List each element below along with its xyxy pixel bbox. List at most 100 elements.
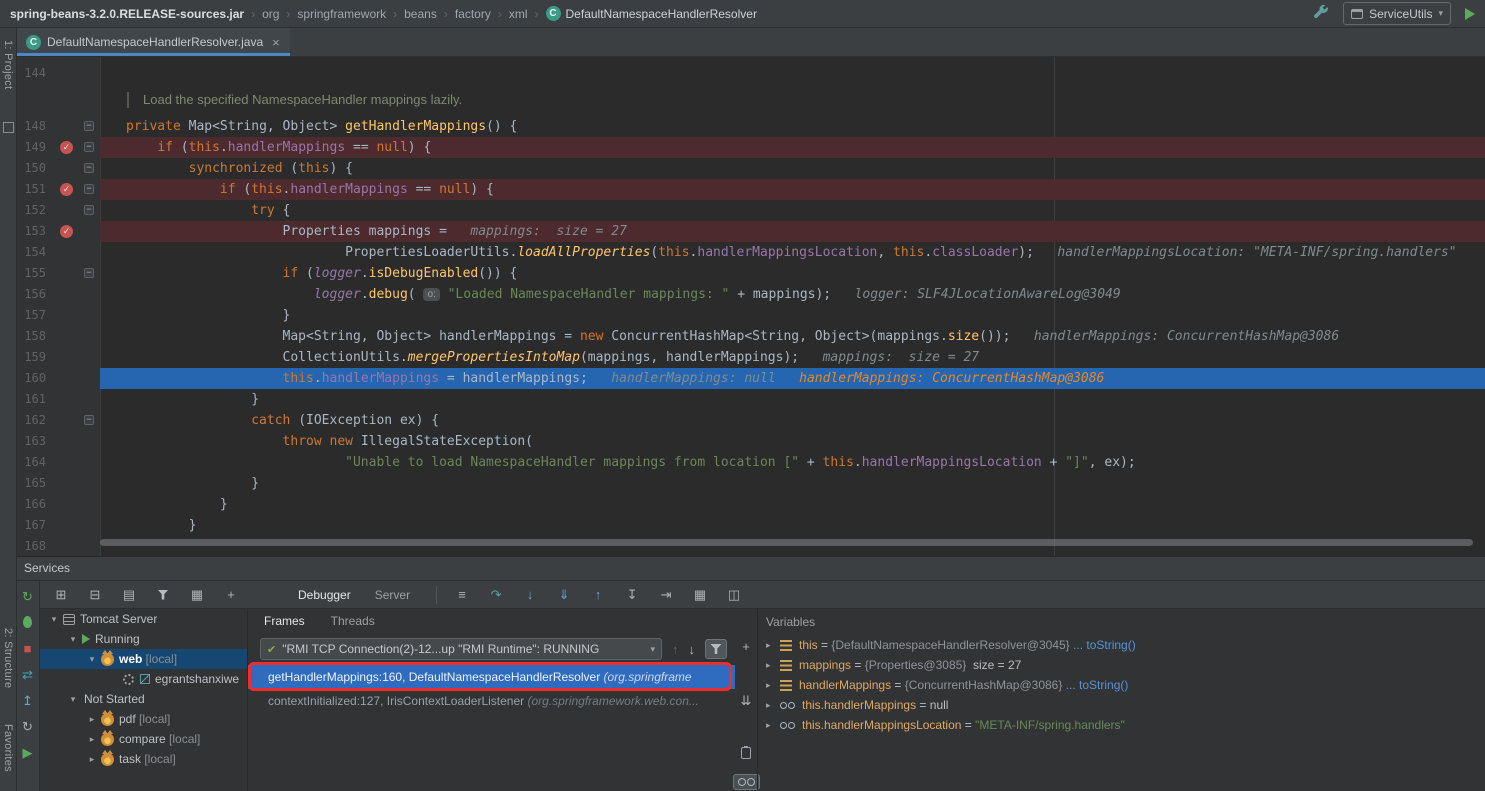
tree-item-running[interactable]: ▾Running: [40, 629, 247, 649]
chevron-down-icon[interactable]: ▾: [67, 694, 79, 705]
stop-button[interactable]: ■: [19, 639, 37, 657]
variable-row[interactable]: ▸this = {DefaultNamespaceHandlerResolver…: [758, 635, 1485, 655]
force-step-into-button[interactable]: ⇓: [555, 586, 573, 604]
breadcrumb-item[interactable]: spring-beans-3.2.0.RELEASE-sources.jar: [10, 7, 244, 21]
line-number[interactable]: 159: [16, 347, 46, 368]
line-number[interactable]: 165: [16, 473, 46, 494]
line-number[interactable]: 151: [16, 179, 46, 200]
breadcrumb-item[interactable]: factory: [455, 7, 491, 21]
line-number[interactable]: 164: [16, 452, 46, 473]
chevron-right-icon[interactable]: ▸: [766, 680, 777, 691]
code-line[interactable]: }: [126, 305, 290, 326]
tree-item-compare[interactable]: ▸compare [local]: [40, 729, 247, 749]
run-config-selector[interactable]: ServiceUtils ▾: [1343, 2, 1451, 25]
line-number[interactable]: 154: [16, 242, 46, 263]
debug-button[interactable]: [19, 613, 37, 631]
collapse-all-button[interactable]: ⊟: [86, 586, 104, 604]
chevron-right-icon[interactable]: ▸: [766, 720, 777, 731]
chevron-right-icon[interactable]: ▸: [86, 734, 98, 745]
drop-frame-button[interactable]: ↧: [623, 586, 641, 604]
tab-debugger[interactable]: Debugger: [298, 581, 351, 609]
breakpoint-icon[interactable]: ✓: [60, 141, 73, 154]
tree-item-egrantshanxiwe[interactable]: egrantshanxiwe: [40, 669, 247, 689]
chevron-right-icon[interactable]: ▸: [86, 714, 98, 725]
evaluate-expression-button[interactable]: ▦: [691, 586, 709, 604]
fold-marker[interactable]: −: [84, 163, 94, 173]
fold-marker[interactable]: −: [84, 268, 94, 278]
code-line[interactable]: synchronized (this) {: [126, 158, 353, 179]
code-line[interactable]: this.handlerMappings = handlerMappings; …: [126, 368, 1104, 389]
step-into-button[interactable]: ↓: [521, 586, 539, 604]
line-number[interactable]: 150: [16, 158, 46, 179]
chevron-right-icon[interactable]: ▸: [766, 640, 777, 651]
fold-marker[interactable]: −: [84, 415, 94, 425]
variable-row[interactable]: ▸this.handlerMappings = null: [758, 695, 1485, 715]
code-line[interactable]: if (logger.isDebugEnabled()) {: [126, 263, 517, 284]
line-number[interactable]: 160: [16, 368, 46, 389]
tab-threads[interactable]: Threads: [331, 614, 375, 628]
line-number[interactable]: 166: [16, 494, 46, 515]
resume-button[interactable]: ▶: [19, 743, 37, 761]
show-watches-button[interactable]: [733, 774, 760, 790]
services-header[interactable]: Services: [16, 557, 1485, 581]
tab-server[interactable]: Server: [375, 581, 410, 609]
code-line[interactable]: logger.debug( o: "Loaded NamespaceHandle…: [126, 284, 1121, 305]
previous-frame-icon[interactable]: ↑: [672, 642, 679, 657]
fold-marker[interactable]: −: [84, 121, 94, 131]
line-number[interactable]: 162: [16, 410, 46, 431]
run-button[interactable]: [1465, 8, 1475, 20]
code-line[interactable]: }: [126, 515, 196, 536]
line-number[interactable]: 157: [16, 305, 46, 326]
scroll-to-bottom-icon[interactable]: ⇊: [737, 691, 755, 709]
chevron-down-icon[interactable]: ▾: [48, 614, 60, 625]
code-line[interactable]: Properties mappings = mappings: size = 2…: [126, 221, 627, 242]
code-line[interactable]: throw new IllegalStateException(: [126, 431, 533, 452]
breadcrumb-item[interactable]: springframework: [297, 7, 386, 21]
fold-marker[interactable]: −: [84, 205, 94, 215]
breadcrumb-item[interactable]: DefaultNamespaceHandlerResolver: [566, 7, 757, 21]
code-line[interactable]: private Map<String, Object> getHandlerMa…: [126, 116, 517, 137]
group-by-button[interactable]: ▤: [120, 586, 138, 604]
breadcrumb-item[interactable]: beans: [404, 7, 437, 21]
next-frame-icon[interactable]: ↓: [689, 642, 696, 657]
code-line[interactable]: if (this.handlerMappings == null) {: [126, 179, 494, 200]
chevron-down-icon[interactable]: ▾: [67, 634, 79, 645]
line-number[interactable]: 163: [16, 431, 46, 452]
code-line[interactable]: if (this.handlerMappings == null) {: [126, 137, 431, 158]
tree-item-tomcat-server[interactable]: ▾Tomcat Server: [40, 609, 247, 629]
view-menu-button[interactable]: ≡: [453, 586, 471, 604]
variable-row[interactable]: ▸handlerMappings = {ConcurrentHashMap@30…: [758, 675, 1485, 695]
line-number[interactable]: 152: [16, 200, 46, 221]
wrench-icon[interactable]: [1313, 4, 1329, 23]
stripe-project-button[interactable]: 1: Project: [2, 40, 14, 89]
line-number[interactable]: 153: [16, 221, 46, 242]
breadcrumb-item[interactable]: org: [262, 7, 279, 21]
tab-frames[interactable]: Frames: [264, 614, 305, 628]
thread-selector[interactable]: ✔ "RMI TCP Connection(2)-12...up "RMI Ru…: [260, 638, 662, 660]
horizontal-scrollbar[interactable]: [100, 539, 1473, 546]
tree-item-task[interactable]: ▸task [local]: [40, 749, 247, 769]
frames-filter-toggle[interactable]: [705, 639, 727, 659]
breadcrumb-item[interactable]: xml: [509, 7, 528, 21]
chevron-right-icon[interactable]: ▸: [86, 754, 98, 765]
chevron-right-icon[interactable]: ▸: [766, 700, 777, 711]
stripe-favorites-button[interactable]: Favorites: [2, 724, 14, 772]
filter-button[interactable]: [154, 586, 172, 604]
line-number[interactable]: 167: [16, 515, 46, 536]
code-line[interactable]: CollectionUtils.mergePropertiesIntoMap(m…: [126, 347, 979, 368]
add-service-button[interactable]: +: [222, 586, 240, 604]
chevron-right-icon[interactable]: ▸: [766, 660, 777, 671]
layout-settings-button[interactable]: ◫: [725, 586, 743, 604]
redeploy-button[interactable]: ⇄: [19, 665, 37, 683]
close-icon[interactable]: ×: [272, 35, 280, 50]
code-line[interactable]: try {: [126, 200, 290, 221]
code-line[interactable]: catch (IOException ex) {: [126, 410, 439, 431]
step-out-button[interactable]: ↑: [589, 586, 607, 604]
line-number[interactable]: 161: [16, 389, 46, 410]
line-number[interactable]: 156: [16, 284, 46, 305]
refresh-button[interactable]: ↻: [19, 717, 37, 735]
code-line[interactable]: Map<String, Object> handlerMappings = ne…: [126, 326, 1339, 347]
breakpoint-icon[interactable]: ✓: [60, 183, 73, 196]
run-to-cursor-button[interactable]: ⇥: [657, 586, 675, 604]
chevron-down-icon[interactable]: ▾: [86, 654, 98, 665]
